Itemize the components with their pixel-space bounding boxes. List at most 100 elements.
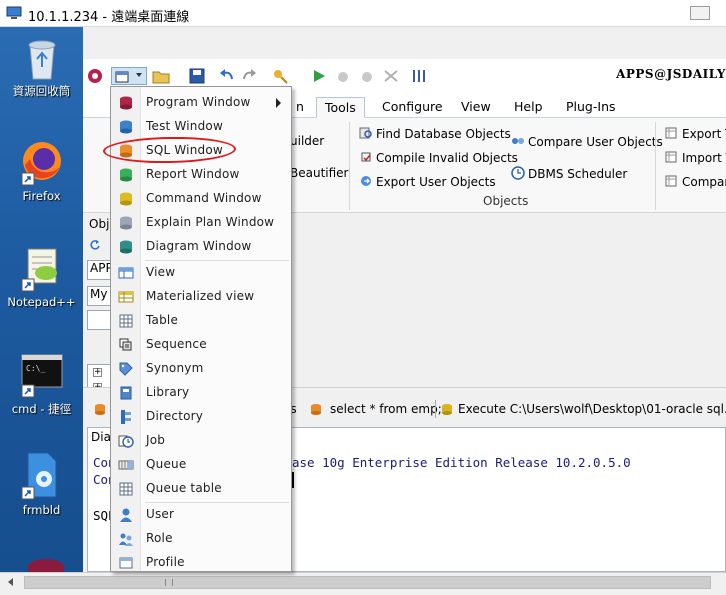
synonym-icon (119, 362, 133, 376)
ribbon-separator (349, 122, 350, 210)
desktop-icon-notepad[interactable]: Notepad++ (0, 245, 83, 309)
test-window-icon (120, 120, 132, 134)
dbms-scheduler-button[interactable]: DBMS Scheduler (511, 166, 627, 181)
menu-item-command-window[interactable]: Command Window (111, 187, 291, 211)
view-icon (118, 267, 134, 279)
horizontal-scrollbar[interactable] (0, 572, 726, 595)
menu-item-role[interactable]: Role (111, 527, 291, 551)
desktop-icon-cmd[interactable]: C:\_ cmd - 捷徑 (0, 351, 83, 417)
svg-text:C:\_: C:\_ (26, 364, 45, 373)
role-icon (119, 533, 133, 546)
new-dropdown-button[interactable] (111, 67, 147, 85)
execute-icon[interactable] (309, 67, 329, 85)
doc-tab-select-emp[interactable]: select * from emp; (330, 402, 442, 416)
sql-window-icon (95, 404, 105, 415)
doc-tab-execute-script[interactable]: Execute C:\Users\wolf\Desktop\01-oracle … (458, 402, 726, 416)
redo-icon[interactable] (239, 67, 259, 85)
clock-icon (511, 166, 525, 180)
cmd-icon: C:\_ (21, 354, 62, 398)
settings-sliders-icon[interactable] (409, 67, 429, 85)
profile-icon (119, 557, 133, 569)
tab-help[interactable]: Help (506, 97, 551, 118)
recycle-bin-icon (28, 40, 55, 80)
desktop-icon-recycle-bin[interactable]: 資源回收筒 (0, 35, 83, 99)
find-database-objects-button[interactable]: Find Database Objects (359, 126, 511, 141)
compare-table-data-button[interactable]: Compar (665, 174, 726, 189)
queue-icon (118, 460, 134, 470)
refresh-icon[interactable] (89, 239, 101, 251)
import-tables-button[interactable]: Import T (665, 150, 726, 165)
object-filter-selector[interactable]: My (87, 286, 111, 306)
menu-item-program-window[interactable]: Program Window (111, 91, 291, 115)
connection-label: APPS@JSDAILY (616, 67, 726, 81)
user-icon (120, 508, 132, 522)
materialized-view-icon (118, 291, 134, 303)
compare-user-objects-button[interactable]: Compare User Objects (511, 134, 663, 149)
menu-item-user[interactable]: User (111, 503, 291, 527)
menu-item-directory[interactable]: Directory (111, 405, 291, 429)
desktop-icon-frmbld[interactable]: frmbld (0, 451, 83, 517)
tab-configure[interactable]: Configure (374, 97, 451, 118)
grip-icon (165, 579, 173, 586)
tab-divider (435, 400, 436, 418)
export-tables-button[interactable]: Export T (665, 126, 726, 141)
save-icon[interactable] (187, 67, 207, 85)
menu-item-sequence[interactable]: Sequence (111, 333, 291, 357)
user-selector[interactable]: APP (87, 260, 113, 280)
menu-item-queue-table[interactable]: Queue table (111, 477, 291, 501)
menu-item-library[interactable]: Library (111, 381, 291, 405)
key-icon[interactable] (271, 67, 291, 85)
chevron-down-icon (136, 73, 142, 77)
import-tables-icon (665, 151, 677, 163)
object-search-input[interactable] (87, 310, 111, 330)
objects-group-label: Objects (483, 194, 529, 208)
menu-item-materialized-view[interactable]: Materialized view (111, 285, 291, 309)
rdp-minimize-button[interactable] (690, 6, 710, 20)
expand-icon[interactable]: + (93, 368, 102, 377)
menu-item-job[interactable]: Job (111, 429, 291, 453)
compile-icon (361, 152, 371, 162)
rdp-title-bar: 10.1.1.234 - 遠端桌面連線 (0, 0, 726, 27)
menu-item-diagram-window[interactable]: Diagram Window (111, 235, 291, 259)
menu-item-test-window[interactable]: Test Window (111, 115, 291, 139)
undo-icon[interactable] (217, 67, 237, 85)
table-icon (119, 314, 133, 328)
tab-plug-ins[interactable]: Plug-Ins (558, 97, 624, 118)
app-logo-icon (88, 69, 102, 83)
commit-icon[interactable] (357, 67, 377, 85)
job-icon (118, 435, 134, 448)
queue-table-icon (119, 482, 133, 496)
sequence-icon (119, 338, 132, 351)
menu-item-view[interactable]: View (111, 261, 291, 285)
program-window-icon (120, 96, 132, 110)
export-user-objects-button[interactable]: Export User Objects (359, 174, 496, 189)
tab-view[interactable]: View (453, 97, 499, 118)
export-objects-icon (361, 176, 371, 186)
menu-item-explain-plan-window[interactable]: Explain Plan Window (111, 211, 291, 235)
export-tables-icon (665, 127, 677, 139)
submenu-arrow-icon (276, 98, 281, 108)
directory-icon (121, 410, 131, 424)
oracle-banner: ase 10g Enterprise Edition Release 10.2.… (292, 455, 631, 470)
diagram-window-icon (120, 240, 132, 254)
menu-item-queue[interactable]: Queue (111, 453, 291, 477)
find-objects-icon (359, 127, 372, 139)
menu-item-synonym[interactable]: Synonym (111, 357, 291, 381)
menu-item-report-window[interactable]: Report Window (111, 163, 291, 187)
compile-invalid-objects-button[interactable]: Compile Invalid Objects (359, 150, 518, 165)
open-folder-icon[interactable] (151, 67, 171, 85)
notepad-plus-plus-icon (21, 248, 57, 292)
desktop-icon-firefox[interactable]: Firefox (0, 139, 83, 203)
pl-sql-beautifier-button[interactable]: Beautifier (290, 166, 349, 180)
scroll-left-icon[interactable] (8, 578, 13, 586)
scrollbar-thumb[interactable] (24, 576, 711, 589)
new-window-icon (115, 71, 129, 83)
rdp-window-title: 10.1.1.234 - 遠端桌面連線 (28, 10, 190, 25)
menu-item-profile[interactable]: Profile (111, 551, 291, 575)
rollback-icon[interactable] (381, 67, 401, 85)
break-icon[interactable] (333, 67, 353, 85)
query-builder-button[interactable]: uilder (290, 134, 324, 148)
tab-tools[interactable]: Tools (316, 97, 365, 118)
gear-file-icon (21, 452, 56, 500)
menu-item-table[interactable]: Table (111, 309, 291, 333)
